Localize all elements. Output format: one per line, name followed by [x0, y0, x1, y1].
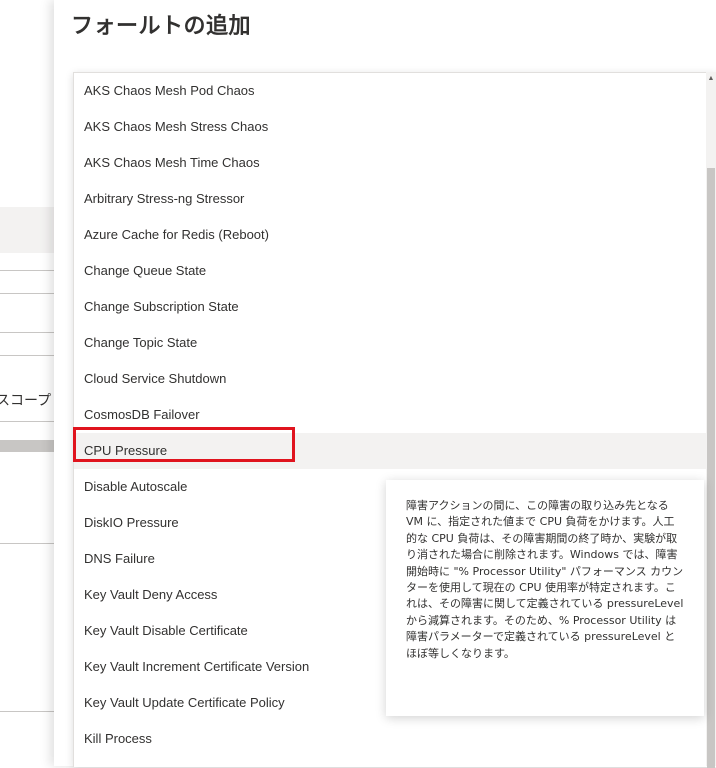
background-header-band: [0, 207, 60, 253]
fault-option[interactable]: AKS Chaos Mesh Time Chaos: [74, 145, 707, 181]
background-divider: [0, 270, 60, 271]
background-divider: [0, 421, 60, 422]
tooltip-text: 障害アクションの間に、この障害の取り込み先となる VM に、指定された値まで C…: [406, 499, 684, 660]
background-page: スコープ: [0, 0, 60, 766]
background-divider: [0, 355, 60, 356]
fault-option[interactable]: CPU Pressure: [74, 433, 707, 469]
background-scope-label: スコープ: [0, 390, 60, 410]
fault-option[interactable]: Arbitrary Stress-ng Stressor: [74, 181, 707, 217]
dropdown-scrollbar[interactable]: ▲: [706, 72, 716, 768]
background-divider: [0, 293, 60, 294]
scroll-up-arrow-icon[interactable]: ▲: [707, 74, 715, 84]
background-scope-text: スコープ: [0, 392, 52, 408]
fault-option[interactable]: Change Queue State: [74, 253, 707, 289]
background-divider: [0, 711, 60, 712]
background-divider: [0, 332, 60, 333]
fault-option[interactable]: AKS Chaos Mesh Stress Chaos: [74, 109, 707, 145]
fault-option[interactable]: CosmosDB Failover: [74, 397, 707, 433]
background-divider: [0, 543, 60, 544]
scrollbar-thumb[interactable]: [707, 168, 715, 768]
fault-option[interactable]: Change Subscription State: [74, 289, 707, 325]
fault-option[interactable]: Change Topic State: [74, 325, 707, 361]
fault-option[interactable]: Kill Process: [74, 721, 707, 757]
fault-option[interactable]: Azure Cache for Redis (Reboot): [74, 217, 707, 253]
fault-option[interactable]: AKS Chaos Mesh Pod Chaos: [74, 73, 707, 109]
fault-option[interactable]: Cloud Service Shutdown: [74, 361, 707, 397]
panel-title: フォールトの追加: [71, 14, 252, 39]
fault-description-tooltip: 障害アクションの間に、この障害の取り込み先となる VM に、指定された値まで C…: [386, 480, 704, 716]
background-gray-bar: [0, 440, 60, 452]
